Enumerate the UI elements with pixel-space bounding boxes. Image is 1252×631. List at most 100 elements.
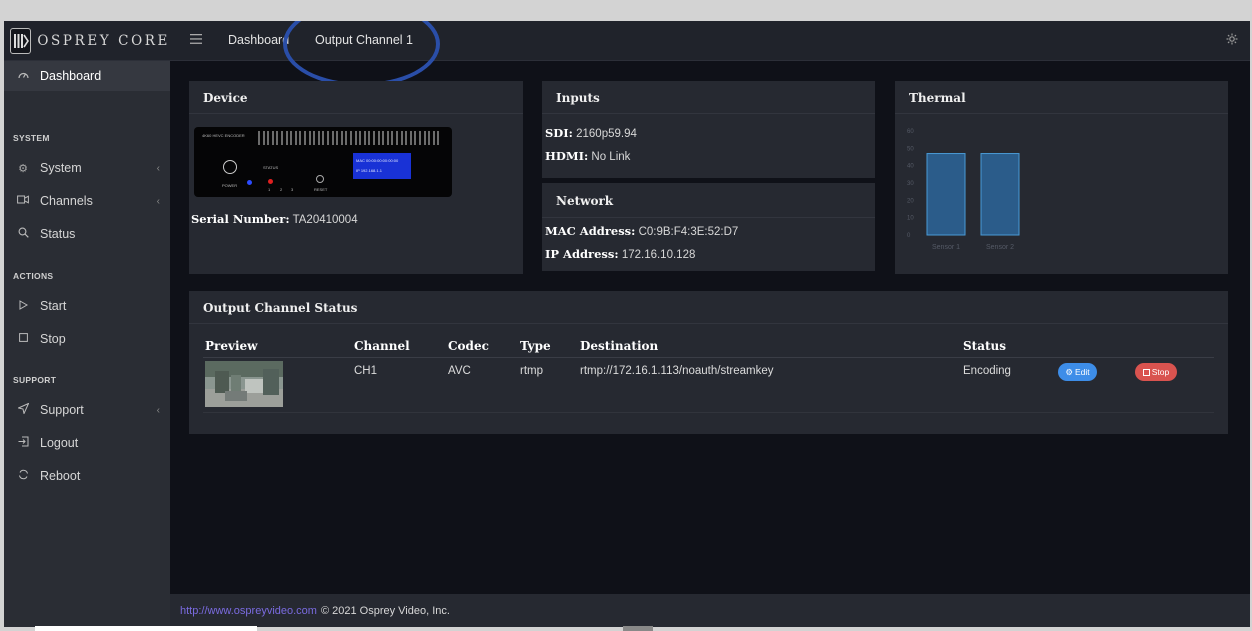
- device-vent-slot: [437, 131, 440, 145]
- led-3-label: 3: [291, 187, 294, 192]
- device-vent-slot: [377, 131, 380, 145]
- device-model-label: 4K60 HEVC ENCODER: [202, 133, 245, 138]
- sidebar-item-logout[interactable]: Logout: [4, 428, 170, 458]
- y-tick-label: 30: [907, 181, 914, 187]
- ip-address: IP Address: 172.16.10.128: [545, 247, 695, 261]
- y-tick-label: 10: [907, 216, 914, 222]
- device-vent-slot: [340, 131, 343, 145]
- sidebar-item-dashboard[interactable]: Dashboard: [4, 61, 170, 91]
- device-vent-slot: [290, 131, 293, 145]
- row-codec: AVC: [448, 365, 471, 377]
- thermal-panel: Thermal 0 10 20 30 40 50 60 Sensor 1 Sensor 2: [895, 81, 1228, 274]
- serial-number-label: Serial Number:: [191, 212, 290, 226]
- row-channel: CH1: [354, 365, 378, 377]
- device-panel: Device 4K60 HEVC ENCODER POWER STATUS 1 …: [189, 81, 523, 274]
- row-destination: rtmp://172.16.1.113/noauth/streamkey: [580, 365, 774, 377]
- device-vent-slot: [432, 131, 435, 145]
- footer-website-link[interactable]: http://www.ospreyvideo.com: [180, 605, 317, 617]
- status-label: STATUS: [263, 165, 279, 170]
- taskbar-strip: [623, 626, 653, 631]
- column-header-channel: Channel: [354, 339, 410, 353]
- gear-icon: ⚙: [1065, 366, 1073, 377]
- device-vent-slot: [331, 131, 334, 145]
- sdi-value: 2160p59.94: [576, 128, 637, 140]
- device-vent-slot: [299, 131, 302, 145]
- column-header-codec: Codec: [448, 339, 489, 353]
- highlight-annotation-ring: [283, 21, 440, 87]
- hdmi-label: HDMI:: [545, 149, 589, 163]
- stop-channel-button[interactable]: Stop: [1135, 363, 1177, 381]
- hamburger-icon[interactable]: [190, 33, 204, 47]
- footer: http://www.ospreyvideo.com © 2021 Osprey…: [170, 594, 1250, 627]
- row-type: rtmp: [520, 365, 543, 377]
- device-vent-slot: [294, 131, 297, 145]
- power-button-icon: [223, 160, 237, 174]
- sdi-input: SDI: 2160p59.94: [545, 126, 637, 140]
- status-led: [268, 179, 273, 184]
- device-vent-slot: [313, 131, 316, 145]
- chevron-left-icon: ‹: [156, 195, 160, 207]
- sidebar-item-status[interactable]: Status: [4, 219, 170, 249]
- column-header-status: Status: [963, 339, 1007, 353]
- led-1-label: 1: [268, 187, 271, 192]
- sidebar-item-stop[interactable]: Stop: [4, 324, 170, 354]
- video-icon: [16, 195, 30, 207]
- sidebar-item-reboot[interactable]: Reboot: [4, 461, 170, 491]
- device-vent-slot: [304, 131, 306, 145]
- device-vent-slot: [327, 131, 329, 145]
- device-vent-slot: [281, 131, 283, 145]
- device-vent-slot: [400, 131, 403, 145]
- breadcrumb-dashboard-link[interactable]: Dashboard: [228, 33, 289, 47]
- chevron-left-icon: ‹: [156, 404, 160, 416]
- gear-icon[interactable]: [1226, 33, 1238, 48]
- device-vent-slot: [336, 131, 339, 145]
- sidebar-item-support[interactable]: Support ‹: [4, 395, 170, 425]
- device-front-image: 4K60 HEVC ENCODER POWER STATUS 1 2 3 RES…: [194, 127, 452, 197]
- ip-address-value: 172.16.10.128: [621, 249, 696, 261]
- power-led: [247, 180, 252, 185]
- device-vent-slot: [419, 131, 421, 145]
- mac-address-label: MAC Address:: [545, 224, 636, 238]
- brand[interactable]: OSPREY CORE: [4, 21, 170, 61]
- stop-icon: [16, 333, 30, 345]
- stop-button-label: Stop: [1151, 367, 1170, 377]
- sidebar-item-label: Status: [40, 227, 76, 241]
- y-tick-label: 60: [907, 129, 914, 135]
- top-header: OSPREY CORE Dashboard Output Channel 1: [4, 21, 1250, 87]
- ip-address-label: IP Address:: [545, 247, 619, 261]
- device-vent-slot: [405, 131, 408, 145]
- divider: [189, 113, 523, 114]
- sidebar-item-label: Stop: [40, 332, 66, 346]
- led-2-label: 2: [280, 187, 283, 192]
- device-vent-slot: [276, 131, 279, 145]
- sidebar-item-channels[interactable]: Channels ‹: [4, 186, 170, 216]
- inputs-panel: Inputs SDI: 2160p59.94 HDMI: No Link: [542, 81, 875, 178]
- chevron-left-icon: ‹: [156, 162, 160, 174]
- edit-channel-button[interactable]: ⚙ Edit: [1058, 363, 1097, 381]
- logout-icon: [16, 436, 30, 450]
- device-vent-slot: [285, 131, 288, 145]
- hdmi-value: No Link: [591, 151, 631, 163]
- lcd-mac-text: MAC 00:00:00:00:00:00: [356, 158, 399, 163]
- row-status: Encoding: [963, 365, 1011, 377]
- app-window: OSPREY CORE Dashboard Output Channel 1 D…: [4, 21, 1250, 627]
- edit-button-label: Edit: [1074, 367, 1090, 377]
- device-vent-slot: [258, 131, 260, 145]
- serial-number-value: TA20410004: [292, 214, 358, 226]
- channel-preview-thumbnail[interactable]: [205, 361, 283, 407]
- brand-name: OSPREY CORE: [37, 33, 170, 49]
- reset-button-icon: [316, 175, 324, 183]
- device-vent-slot: [308, 131, 311, 145]
- network-panel: Network MAC Address: C0:9B:F4:3E:52:D7 I…: [542, 183, 875, 271]
- magnifier-icon: [16, 227, 30, 241]
- output-channel-status-panel: Output Channel Status Preview Channel Co…: [189, 291, 1228, 434]
- sidebar-item-system[interactable]: ⚙ System ‹: [4, 153, 170, 183]
- thermal-bar-2: [980, 153, 1020, 236]
- device-vent-slot: [322, 131, 325, 145]
- table-header-divider: [203, 357, 1214, 358]
- sidebar-item-start[interactable]: Start: [4, 291, 170, 321]
- sidebar-item-label: Channels: [40, 194, 93, 208]
- device-lcd-screen: MAC 00:00:00:00:00:00 IP 192.168.1.1: [353, 153, 411, 179]
- device-vent-slot: [396, 131, 398, 145]
- sidebar-item-label: Dashboard: [40, 69, 102, 83]
